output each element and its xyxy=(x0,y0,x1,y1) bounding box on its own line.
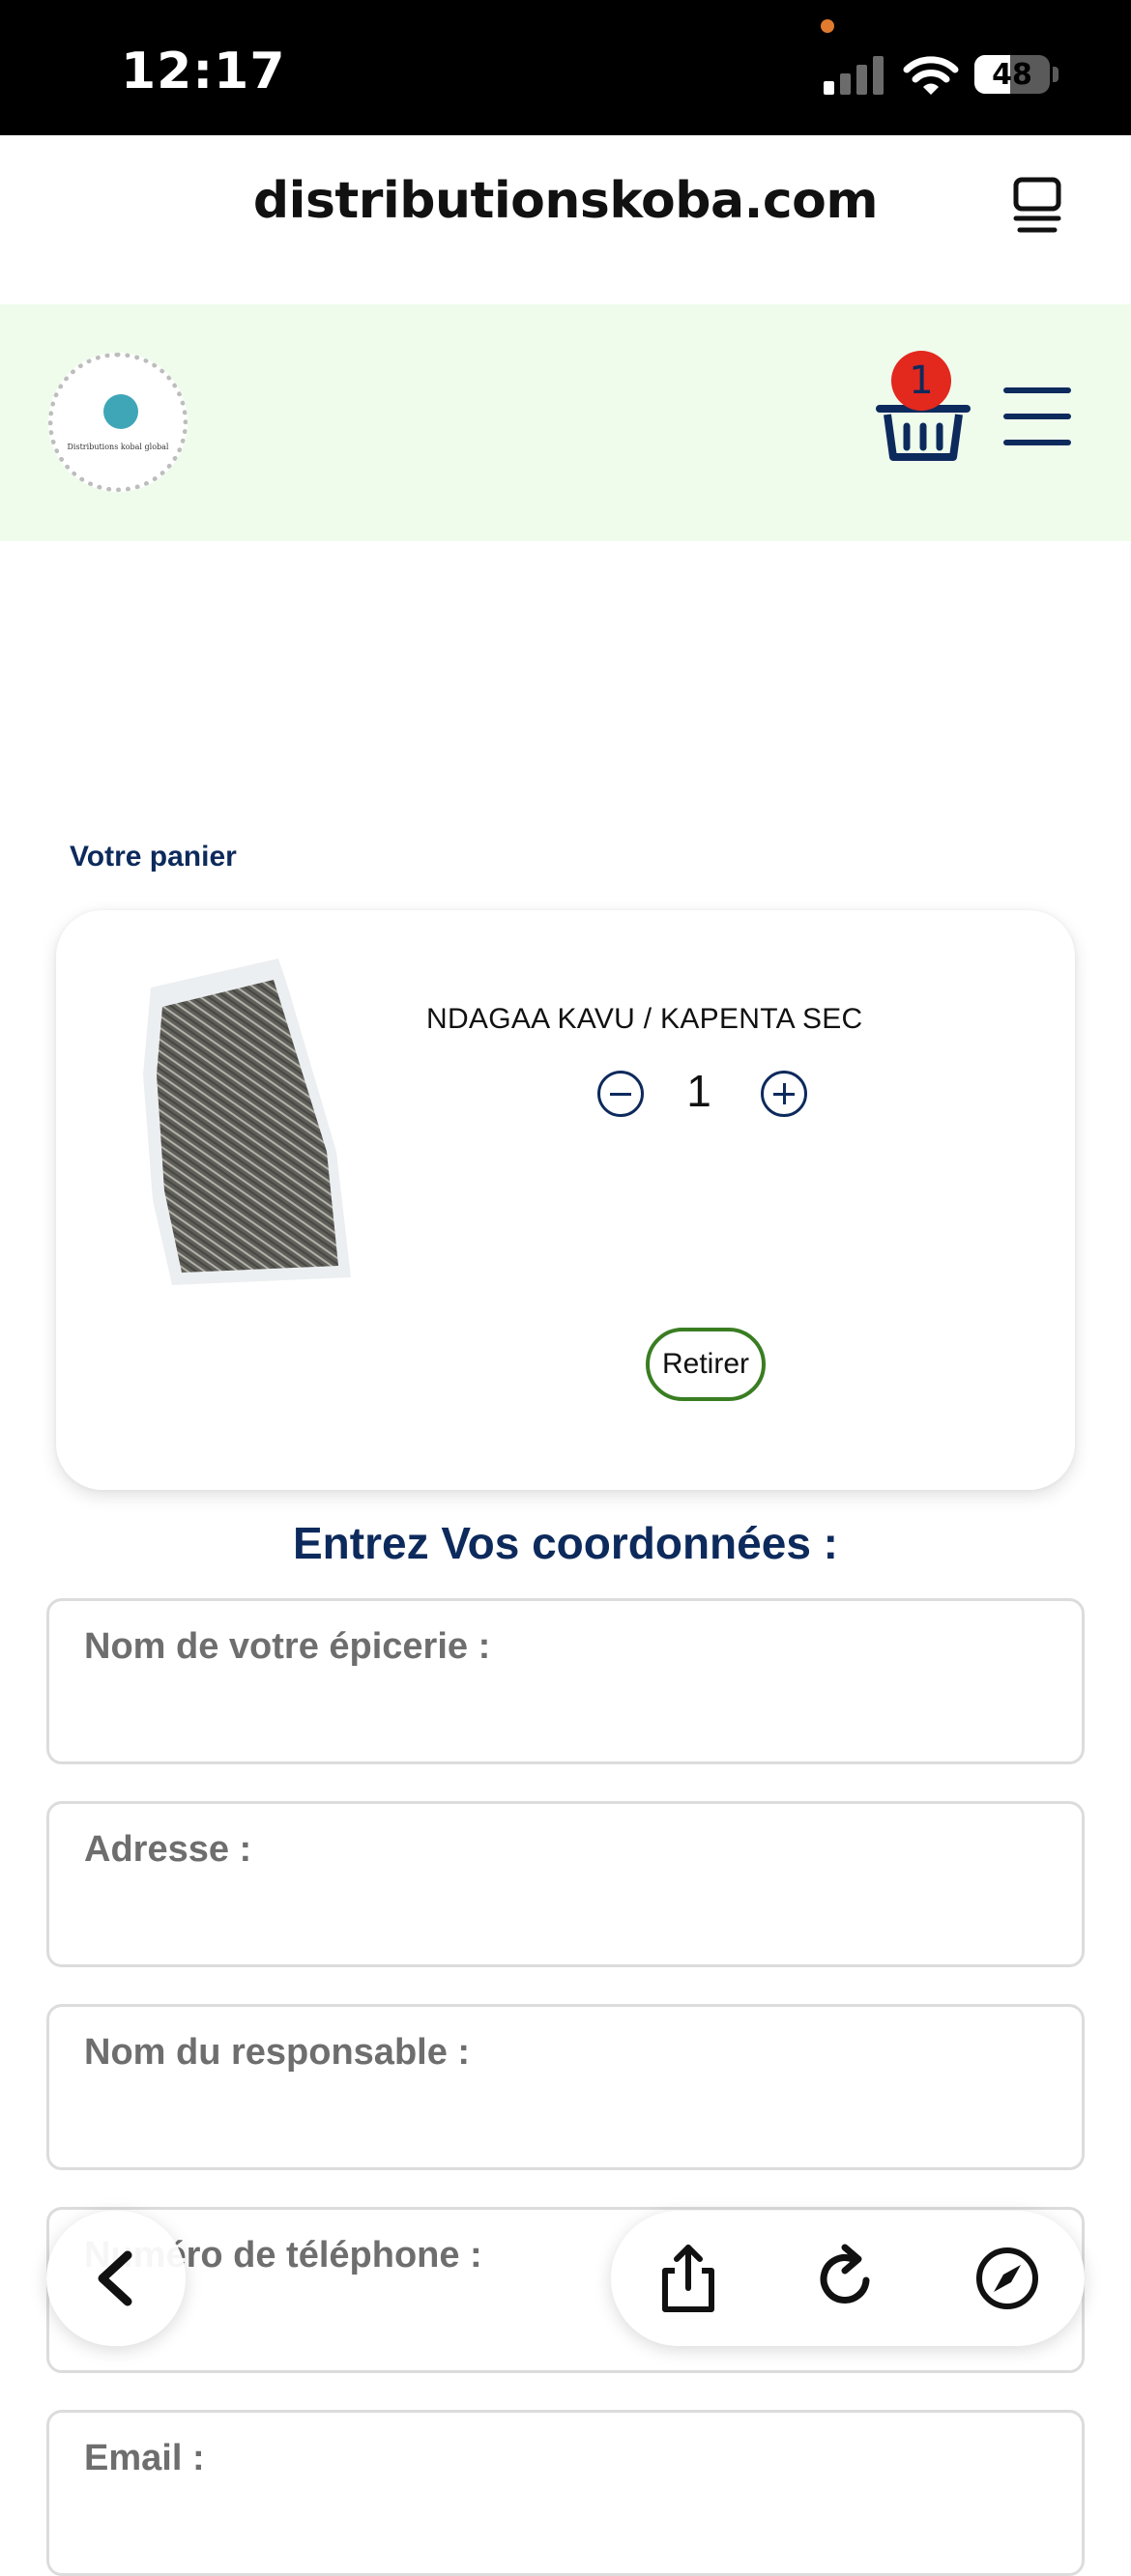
battery-tip xyxy=(1053,67,1058,82)
logo-text: Distributions kobal global xyxy=(67,443,169,451)
product-image xyxy=(143,959,351,1285)
field-label: Email : xyxy=(84,2438,205,2478)
cart-button[interactable]: 1 xyxy=(870,351,976,467)
reload-icon[interactable] xyxy=(810,2242,884,2315)
browser-address-bar[interactable]: distributionskoba.com xyxy=(0,135,1131,304)
battery-percent: 48 xyxy=(992,58,1032,92)
hamburger-icon xyxy=(1003,387,1071,393)
tabs-icon[interactable] xyxy=(1010,176,1064,236)
address-field[interactable]: Adresse : xyxy=(46,1801,1085,1967)
site-logo[interactable]: Distributions kobal global xyxy=(48,353,188,492)
camera-indicator-dot xyxy=(821,19,834,33)
cellular-signal-icon xyxy=(824,56,885,95)
remove-item-button[interactable]: Retirer xyxy=(646,1328,766,1401)
form-title: Entrez Vos coordonnées : xyxy=(292,1518,839,1568)
browser-toolbar xyxy=(611,2211,1085,2346)
hamburger-menu-button[interactable] xyxy=(1003,387,1071,445)
share-icon[interactable] xyxy=(652,2242,725,2315)
hamburger-line xyxy=(1003,440,1071,445)
manager-name-field[interactable]: Nom du responsable : xyxy=(46,2004,1085,2170)
product-name: NDAGAA KAVU / KAPENTA SEC xyxy=(426,1003,863,1035)
globe-icon xyxy=(103,394,138,429)
increase-quantity-button[interactable] xyxy=(761,1071,807,1117)
url-text[interactable]: distributionskoba.com xyxy=(0,172,1131,230)
hamburger-line xyxy=(1003,414,1071,419)
quantity-value: 1 xyxy=(686,1066,711,1116)
battery-icon: 48 xyxy=(974,55,1050,94)
decrease-quantity-button[interactable] xyxy=(597,1071,644,1117)
site-header: Distributions kobal global 1 xyxy=(0,304,1131,541)
compass-icon[interactable] xyxy=(971,2242,1044,2315)
field-label: Nom du responsable : xyxy=(84,2032,471,2073)
field-label: Adresse : xyxy=(84,1829,252,1870)
status-bar: 12:17 48 xyxy=(0,0,1131,135)
chevron-left-icon xyxy=(98,2250,132,2306)
grocery-name-field[interactable]: Nom de votre épicerie : xyxy=(46,1598,1085,1764)
back-button[interactable] xyxy=(46,2211,186,2346)
cart-item-card: NDAGAA KAVU / KAPENTA SEC 1 Retirer xyxy=(56,910,1075,1490)
cart-section-title: Votre panier xyxy=(70,841,237,873)
email-field[interactable]: Email : xyxy=(46,2410,1085,2576)
wifi-icon xyxy=(903,56,959,95)
status-time: 12:17 xyxy=(121,43,286,100)
field-label: Nom de votre épicerie : xyxy=(84,1626,491,1667)
cart-count-badge: 1 xyxy=(891,351,951,411)
